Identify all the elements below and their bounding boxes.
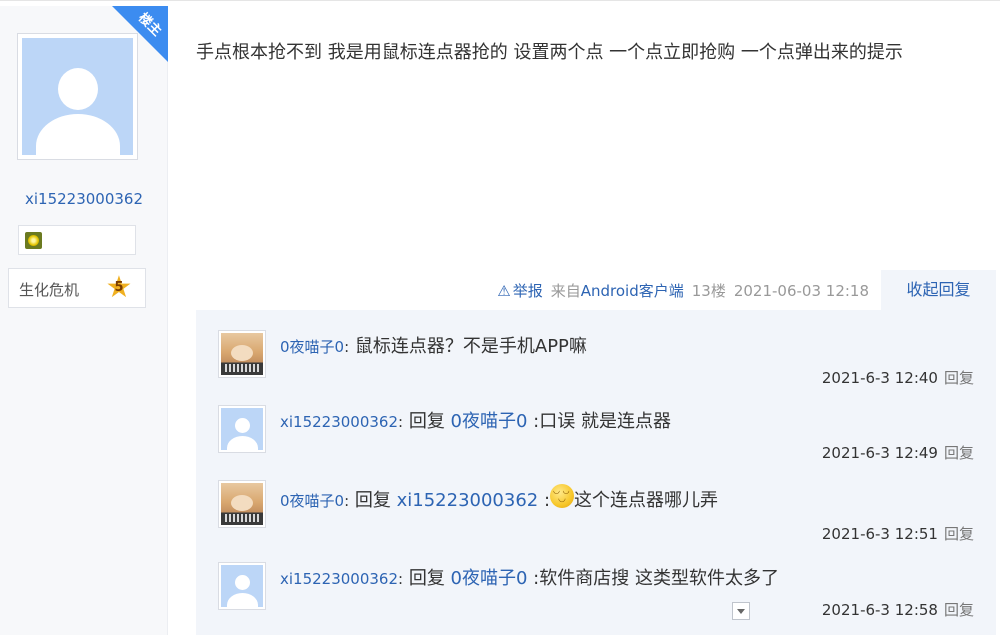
post-time: 2021-06-03 12:18 bbox=[733, 282, 869, 300]
reply-sep: : bbox=[538, 490, 551, 511]
report-link[interactable]: ⚠ 举报 bbox=[489, 282, 542, 300]
reply-meta: 2021-6-3 12:49 回复 bbox=[822, 442, 974, 463]
cat-avatar[interactable] bbox=[218, 480, 266, 528]
reply-button[interactable]: 回复 bbox=[944, 444, 974, 462]
author-panel: 楼主 xi15223000362 生化危机 ★ 5 bbox=[0, 6, 168, 635]
default-avatar[interactable] bbox=[218, 562, 266, 610]
rank-name: 生化危机 bbox=[19, 281, 80, 299]
sub-replies-panel: 0夜喵子0: 鼠标连点器？不是手机APP嘛 2021-6-3 12:40 回复 x… bbox=[196, 310, 996, 635]
reply-prefix: 回复 bbox=[349, 490, 397, 511]
reply-username[interactable]: xi15223000362 bbox=[280, 413, 398, 431]
reply-button[interactable]: 回复 bbox=[944, 601, 974, 619]
reply-target-link[interactable]: 0夜喵子0 bbox=[451, 411, 528, 432]
default-avatar[interactable] bbox=[218, 405, 266, 453]
reply-text: 鼠标连点器？不是手机APP嘛 bbox=[349, 336, 587, 357]
reply-meta: 2021-6-3 12:51 回复 bbox=[822, 523, 974, 544]
reply-prefix: 回复 bbox=[403, 568, 451, 589]
author-icon-box bbox=[18, 225, 136, 255]
reply-time: 2021-6-3 12:40 bbox=[821, 369, 938, 387]
reply-time: 2021-6-3 12:51 bbox=[821, 525, 938, 543]
reply-target-link[interactable]: xi15223000362 bbox=[397, 490, 539, 511]
floor-number: 13楼 bbox=[691, 282, 726, 300]
reply-line: xi15223000362: 回复 0夜喵子0 :软件商店搜 这类型软件太多了 bbox=[280, 564, 779, 590]
reply-username[interactable]: xi15223000362 bbox=[280, 570, 398, 588]
collapse-replies-button[interactable]: 收起回复 bbox=[881, 270, 996, 310]
post-content: 手点根本抢不到 我是用鼠标连点器抢的 设置两个点 一个点立即抢购 一个点弹出来的… bbox=[196, 42, 903, 63]
reply-button[interactable]: 回复 bbox=[944, 525, 974, 543]
member-medal-icon[interactable] bbox=[25, 232, 42, 249]
rank-level: 5 bbox=[114, 280, 124, 295]
chevron-down-icon[interactable] bbox=[732, 602, 750, 620]
reply-target-link[interactable]: 0夜喵子0 bbox=[451, 568, 528, 589]
report-label: 举报 bbox=[512, 282, 543, 300]
reply-prefix: 回复 bbox=[403, 411, 451, 432]
author-rank-badge[interactable]: 生化危机 ★ 5 bbox=[8, 268, 146, 308]
reply-meta: 2021-6-3 12:58 回复 bbox=[822, 599, 974, 620]
reply-line: 0夜喵子0: 回复 xi15223000362 :这个连点器哪儿弄 bbox=[280, 484, 718, 512]
reply-time: 2021-6-3 12:49 bbox=[821, 444, 938, 462]
post-meta: ⚠ 举报 来自Android客户端 13楼 2021-06-03 12:18 bbox=[481, 280, 869, 301]
reply-username[interactable]: 0夜喵子0 bbox=[280, 492, 344, 510]
reply-line: xi15223000362: 回复 0夜喵子0 :口误 就是连点器 bbox=[280, 407, 671, 433]
reply-text: 这个连点器哪儿弄 bbox=[574, 490, 719, 511]
default-avatar-icon bbox=[22, 38, 133, 155]
client-source[interactable]: 来自Android客户端 bbox=[551, 282, 684, 300]
rank-level-star-icon: ★ 5 bbox=[105, 270, 133, 305]
reply-line: 0夜喵子0: 鼠标连点器？不是手机APP嘛 bbox=[280, 332, 587, 358]
from-prefix: 来自 bbox=[550, 282, 581, 300]
from-client: Android客户端 bbox=[580, 282, 684, 300]
reply-username[interactable]: 0夜喵子0 bbox=[280, 338, 344, 356]
author-avatar[interactable] bbox=[17, 33, 138, 160]
post-meta-row: ⚠ 举报 来自Android客户端 13楼 2021-06-03 12:18 收起回复 bbox=[196, 270, 996, 310]
reply-button[interactable]: 回复 bbox=[944, 369, 974, 387]
reply-text: :软件商店搜 这类型软件太多了 bbox=[527, 568, 779, 589]
reply-meta: 2021-6-3 12:40 回复 bbox=[822, 367, 974, 388]
author-name-link[interactable]: xi15223000362 bbox=[0, 190, 168, 208]
cat-avatar[interactable] bbox=[218, 330, 266, 378]
reply-text: :口误 就是连点器 bbox=[527, 411, 671, 432]
smile-emoji-icon bbox=[550, 484, 575, 508]
reply-time: 2021-6-3 12:58 bbox=[821, 601, 938, 619]
warning-icon: ⚠ bbox=[497, 282, 511, 300]
